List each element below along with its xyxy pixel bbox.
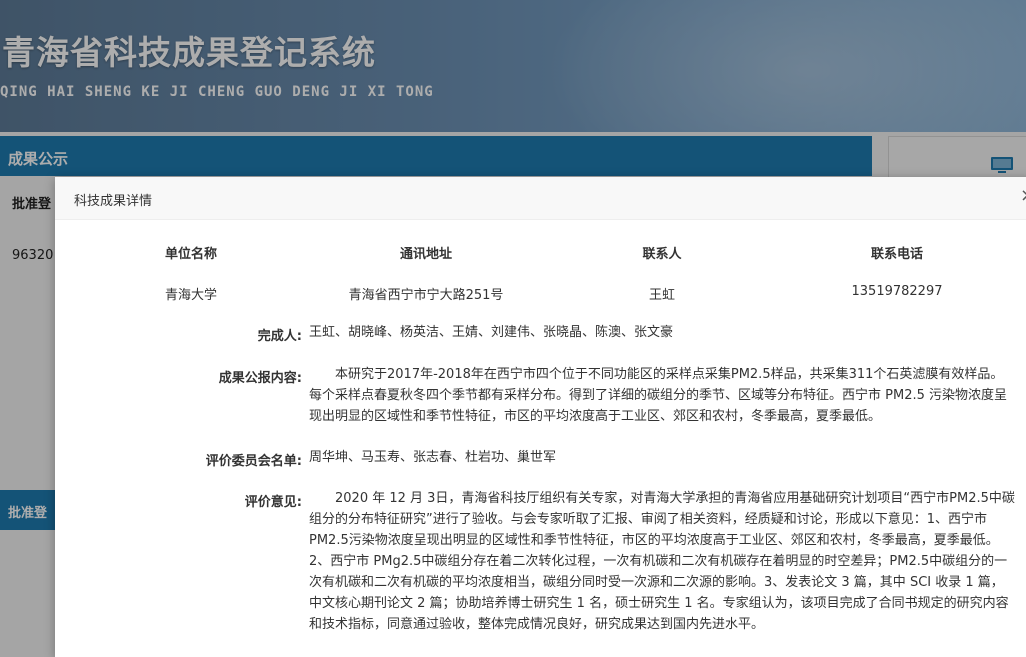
opinion-label: 评价意见: bbox=[244, 495, 302, 510]
cell-address: 青海省西宁市宁大路251号 bbox=[348, 288, 504, 303]
cell-contact: 王虹 bbox=[648, 288, 676, 303]
achievement-detail-dialog: 科技成果详情 × 单位名称 通讯地址 联系人 联系电话 青海大学 青海省西宁市宁… bbox=[55, 177, 1026, 657]
committee-label: 评价委员会名单: bbox=[205, 454, 302, 469]
summary-text: 本研究于2017年-2018年在西宁市四个位于不同功能区的采样点采集PM2.5样… bbox=[309, 367, 1007, 424]
header-phone: 联系电话 bbox=[870, 247, 924, 262]
summary-label: 成果公报内容: bbox=[218, 371, 302, 386]
header-address: 通讯地址 bbox=[399, 247, 453, 262]
completers-label: 完成人: bbox=[257, 329, 302, 344]
header-unit-name: 单位名称 bbox=[164, 247, 218, 262]
dialog-title: 科技成果详情 bbox=[74, 194, 153, 209]
opinion-text: 2020 年 12 月 3日，青海省科技厅组织有关专家，对青海大学承担的青海省应… bbox=[309, 491, 1015, 632]
header-contact: 联系人 bbox=[642, 247, 682, 262]
completers-value: 王虹、胡晓峰、杨英洁、王婧、刘建伟、张晓晶、陈澳、张文豪 bbox=[309, 325, 674, 340]
committee-value: 周华坤、马玉寿、张志春、杜岩功、巢世军 bbox=[309, 450, 557, 465]
cell-unit-name: 青海大学 bbox=[164, 288, 218, 303]
close-icon[interactable]: × bbox=[1020, 185, 1026, 206]
dialog-header: 科技成果详情 × bbox=[55, 177, 1026, 220]
cell-phone: 13519782297 bbox=[851, 284, 943, 299]
